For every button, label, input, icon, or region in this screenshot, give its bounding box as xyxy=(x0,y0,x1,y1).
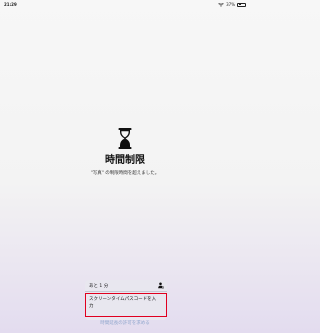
page-title: 時間制限 xyxy=(105,155,145,166)
wifi-icon xyxy=(218,2,224,7)
one-more-minute-label: あと 1 分 xyxy=(89,284,109,289)
ask-for-more-time-link[interactable]: 時間延長の許可を求める xyxy=(0,320,250,326)
enter-screen-time-passcode-button[interactable]: スクリーンタイムパスコードを入力 xyxy=(85,294,167,314)
battery-fill xyxy=(238,4,242,5)
status-right: 37% xyxy=(218,2,246,7)
action-sheet: あと 1 分 スクリーンタイムパスコードを入力 xyxy=(85,280,167,320)
person-settings-icon xyxy=(158,282,164,289)
status-bar: 21:29 37% xyxy=(0,0,250,10)
limit-message: "写真" の制限時間を超えました。 xyxy=(90,171,160,176)
hourglass-icon xyxy=(118,128,132,149)
status-time: 21:29 xyxy=(4,2,17,7)
one-more-minute-button[interactable]: あと 1 分 xyxy=(85,280,167,292)
battery-percentage: 37% xyxy=(226,2,235,7)
enter-passcode-label: スクリーンタイムパスコードを入力 xyxy=(89,297,157,309)
battery-icon xyxy=(237,2,246,7)
